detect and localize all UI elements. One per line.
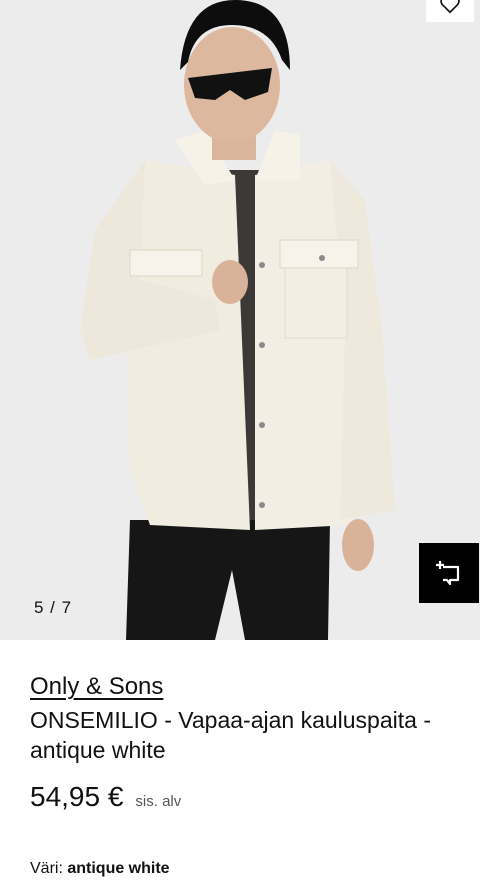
heart-icon <box>440 0 460 14</box>
price-row: 54,95 € sis. alv <box>30 781 460 813</box>
color-value: antique white <box>67 860 170 877</box>
product-price: 54,95 € <box>30 781 124 812</box>
wishlist-button[interactable] <box>426 0 474 22</box>
product-title: ONSEMILIO - Vapaa-ajan kauluspaita - ant… <box>30 707 431 763</box>
color-label: Väri: <box>30 860 68 877</box>
product-image-gallery[interactable]: 5 / 7 <box>0 0 480 640</box>
product-info: Only & Sons ONSEMILIO - Vapaa-ajan kaulu… <box>30 672 460 813</box>
color-selection: Väri: antique white <box>30 860 170 878</box>
product-photo[interactable] <box>0 0 480 640</box>
image-counter: 5 / 7 <box>34 598 73 617</box>
find-similar-icon <box>436 561 460 586</box>
find-similar-button[interactable] <box>419 543 479 603</box>
brand-link[interactable]: Only & Sons <box>30 672 163 702</box>
vat-note: sis. alv <box>135 793 182 810</box>
